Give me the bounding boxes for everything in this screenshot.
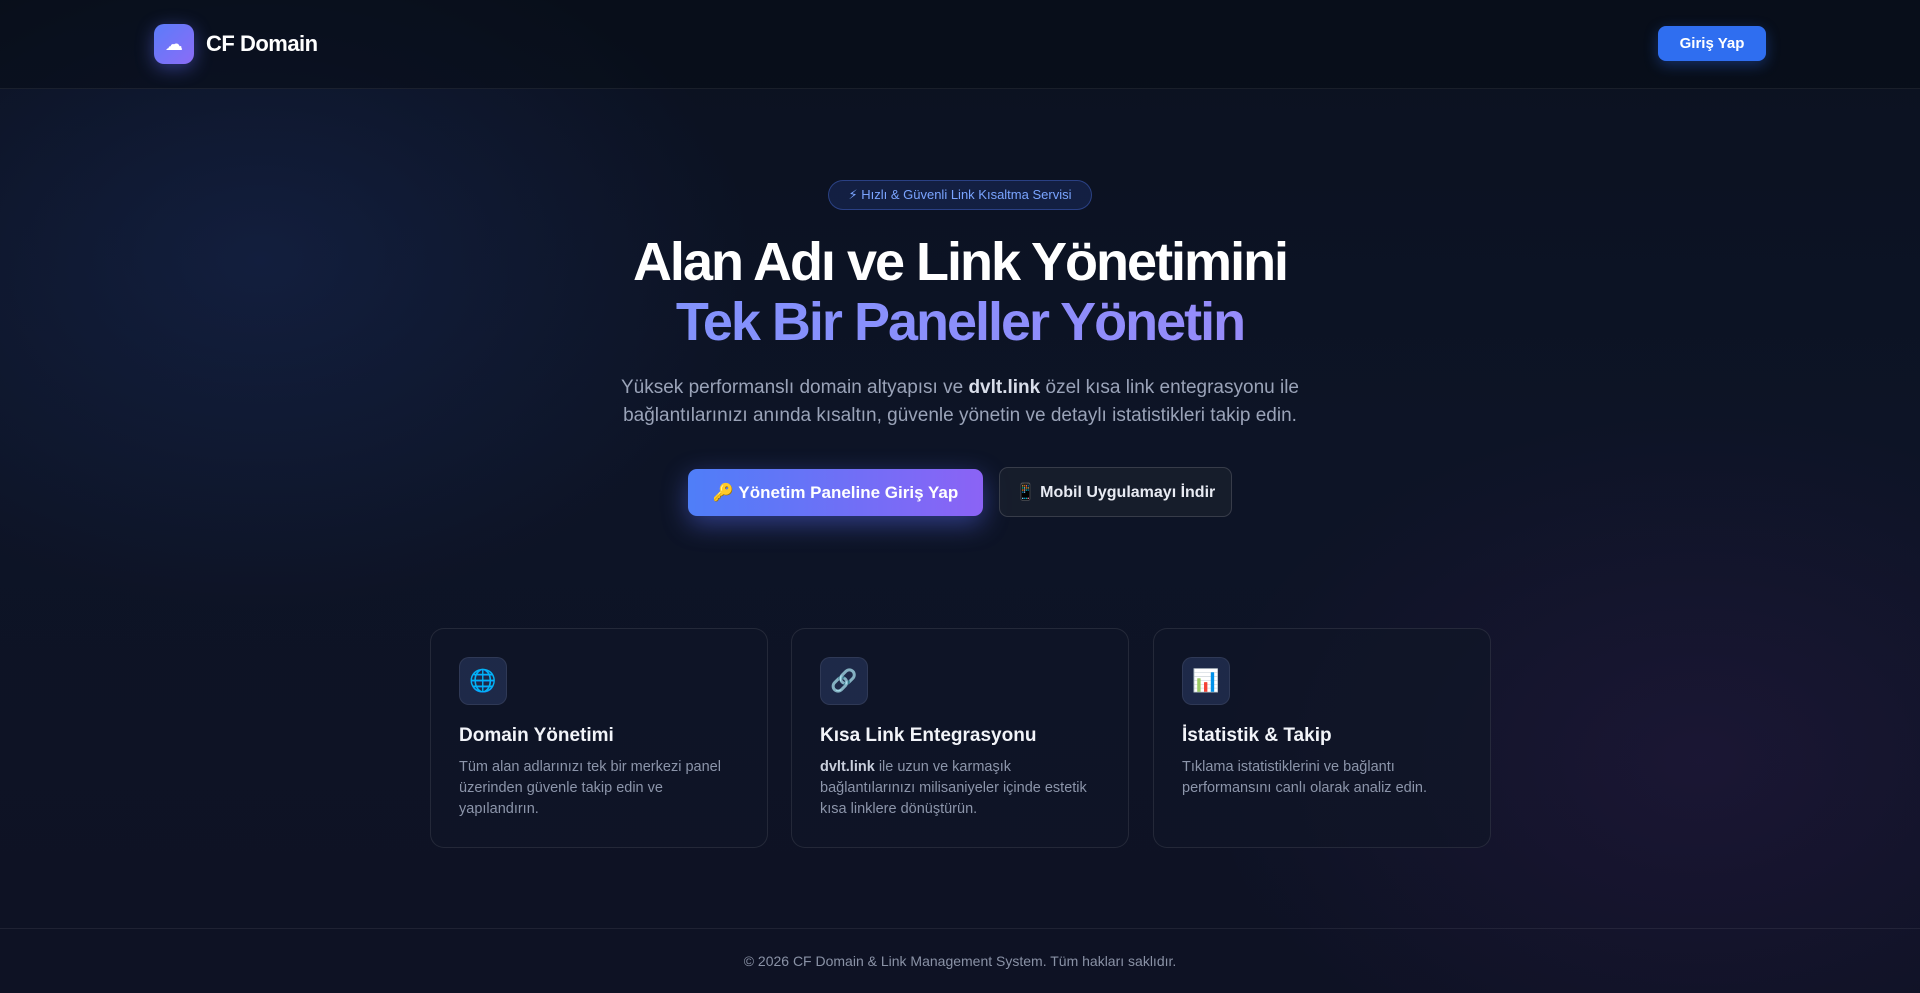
feature-desc: dvlt.link ile uzun ve karmaşık bağlantıl… (820, 757, 1100, 820)
brand[interactable]: ☁ CF Domain (154, 24, 318, 64)
globe-icon: 🌐 (459, 657, 507, 705)
feature-card-statistics: 📊 İstatistik & Takip Tıklama istatistikl… (1153, 628, 1491, 848)
cloud-icon: ☁ (154, 24, 194, 64)
feature-desc: Tıklama istatistiklerini ve bağlantı per… (1182, 757, 1462, 799)
hero-badge: ⚡ Hızlı & Güvenli Link Kısaltma Servisi (828, 180, 1092, 210)
feature-title: İstatistik & Takip (1182, 725, 1332, 746)
feature-title: Domain Yönetimi (459, 725, 614, 746)
feature-desc-highlight: dvlt.link (820, 759, 875, 775)
hero-title-line2: Tek Bir Paneller Yönetin (0, 292, 1920, 352)
footer-copyright: © 2026 CF Domain & Link Management Syste… (743, 953, 1177, 969)
bar-chart-icon: 📊 (1182, 657, 1230, 705)
feature-title: Kısa Link Entegrasyonu (820, 725, 1037, 746)
site-header: ☁ CF Domain Giriş Yap (0, 0, 1920, 89)
hero-subtitle-part1: Yüksek performanslı domain altyapısı ve (621, 377, 969, 398)
login-button[interactable]: Giriş Yap (1658, 26, 1766, 61)
feature-desc-text: Tıklama istatistiklerini ve bağlantı per… (1182, 759, 1428, 796)
feature-desc: Tüm alan adlarınızı tek bir merkezi pane… (459, 757, 739, 820)
feature-desc-text: Tüm alan adlarınızı tek bir merkezi pane… (459, 759, 721, 817)
hero-title-line1: Alan Adı ve Link Yönetimini (632, 232, 1289, 292)
site-footer: © 2026 CF Domain & Link Management Syste… (0, 928, 1920, 993)
feature-card-short-link: 🔗 Kısa Link Entegrasyonu dvlt.link ile u… (791, 628, 1129, 848)
brand-name: CF Domain (206, 31, 318, 56)
hero-subtitle-highlight: dvlt.link (968, 377, 1041, 398)
hero-subtitle: Yüksek performanslı domain altyapısı ve … (560, 374, 1360, 430)
feature-card-domain: 🌐 Domain Yönetimi Tüm alan adlarınızı te… (430, 628, 768, 848)
link-icon: 🔗 (820, 657, 868, 705)
admin-panel-login-button[interactable]: 🔑 Yönetim Paneline Giriş Yap (688, 469, 983, 516)
download-mobile-app-button[interactable]: 📱 Mobil Uygulamayı İndir (999, 467, 1232, 517)
hero-title: Alan Adı ve Link Yönetimini Tek Bir Pane… (0, 232, 1920, 352)
